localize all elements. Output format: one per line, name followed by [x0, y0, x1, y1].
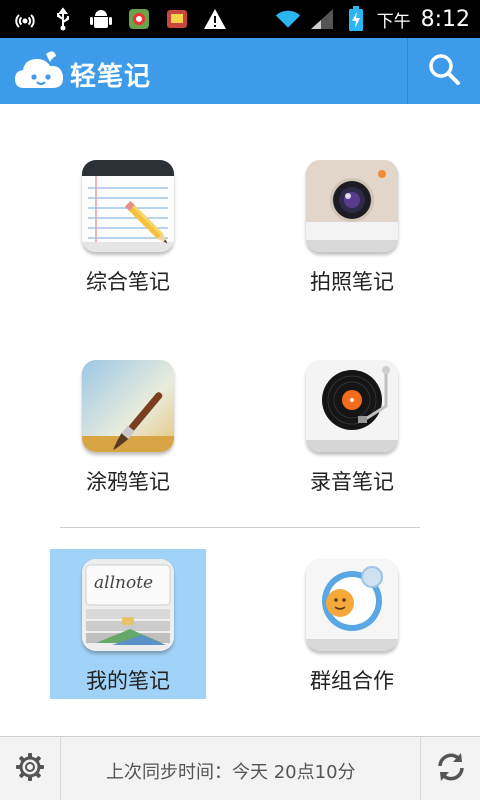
- tile-general-notes[interactable]: 综合笔记: [50, 150, 206, 300]
- notebook-stack-icon: allnote: [82, 559, 174, 651]
- settings-button[interactable]: [0, 737, 61, 800]
- tile-photo-notes[interactable]: 拍照笔记: [274, 150, 430, 300]
- tile-label: 涂鸦笔记: [86, 470, 170, 494]
- status-ampm: 下午: [376, 11, 411, 32]
- app-notification-icon: [126, 6, 152, 32]
- last-sync-text: 上次同步时间：今天 20点10分: [106, 762, 356, 783]
- cloud-logo-icon[interactable]: [14, 50, 66, 92]
- section-divider: [60, 527, 420, 528]
- tile-label: 录音笔记: [310, 470, 394, 494]
- wifi-signal-icon: [275, 6, 301, 32]
- notification-icons: [12, 6, 228, 32]
- refresh-icon: [434, 750, 468, 788]
- search-icon: [427, 52, 461, 90]
- system-indicators: 下午 8:12: [275, 4, 470, 34]
- tile-group-collab[interactable]: 群组合作: [274, 549, 430, 699]
- cover-script-text: allnote: [94, 573, 154, 593]
- tile-label: 综合笔记: [86, 270, 170, 294]
- camera-icon: [306, 160, 398, 252]
- warning-icon: [202, 6, 228, 32]
- store-notification-icon: [164, 6, 190, 32]
- tile-label: 拍照笔记: [310, 270, 394, 294]
- tile-recording-notes[interactable]: 录音笔记: [274, 350, 430, 500]
- tile-label: 我的笔记: [86, 669, 170, 693]
- tile-label: 群组合作: [310, 669, 394, 693]
- status-time: 8:12: [420, 6, 470, 32]
- gear-icon: [14, 751, 46, 787]
- notepad-icon: [82, 160, 174, 252]
- bottom-bar: 上次同步时间：今天 20点10分: [0, 736, 480, 800]
- screen: 下午 8:12 轻笔记 综合笔记 拍照笔记 涂鸦笔记 录音笔记 allnote …: [0, 0, 480, 800]
- tile-doodle-notes[interactable]: 涂鸦笔记: [50, 350, 206, 500]
- battery-charging-icon: [343, 6, 369, 32]
- app-bar: 轻笔记: [0, 38, 480, 104]
- group-face-icon: [306, 559, 398, 651]
- usb-icon: [50, 6, 76, 32]
- status-bar: 下午 8:12: [0, 0, 480, 38]
- cell-signal-icon: [309, 6, 335, 32]
- sync-button[interactable]: [420, 737, 480, 800]
- paintbrush-icon: [82, 360, 174, 452]
- tile-my-notes[interactable]: allnote 我的笔记: [50, 549, 206, 699]
- wifi-hotspot-icon: [12, 6, 38, 32]
- android-debug-icon: [88, 6, 114, 32]
- search-button[interactable]: [407, 38, 480, 104]
- app-title: 轻笔记: [70, 62, 152, 92]
- record-player-icon: [306, 360, 398, 452]
